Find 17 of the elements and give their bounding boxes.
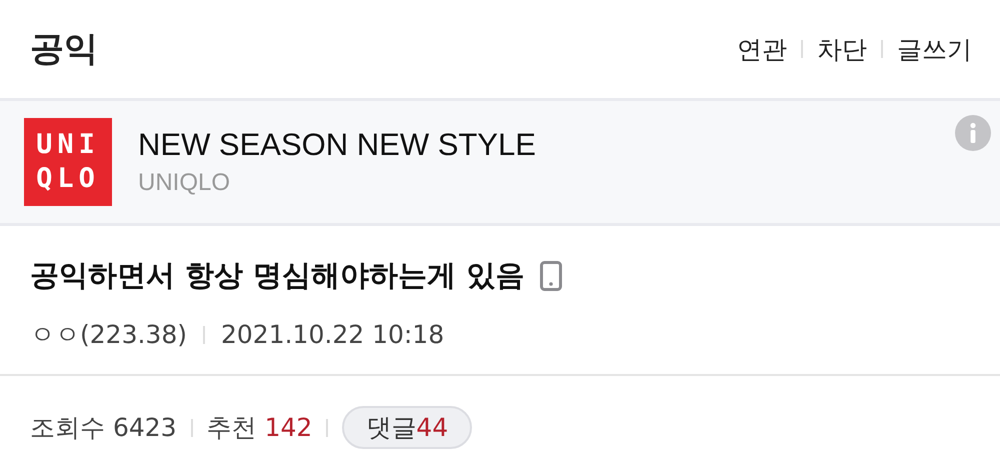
recommend-label: 추천 xyxy=(206,412,257,444)
mobile-icon xyxy=(540,261,562,291)
info-icon[interactable] xyxy=(955,115,991,151)
header-link[interactable]: 연관 xyxy=(737,32,787,66)
header-link[interactable]: 글쓰기 xyxy=(897,32,972,66)
recommend-count: 142 xyxy=(264,413,312,442)
ad-advertiser: UNIQLO xyxy=(138,169,232,197)
board-title: 공익 xyxy=(30,28,98,71)
ad-banner[interactable]: UNI QLO NEW SEASON NEW STYLE UNIQLO xyxy=(0,101,1000,226)
post-title: 공익하면서 항상 명심해야하는게 있음 xyxy=(30,257,524,294)
comment-button[interactable]: 댓글44 xyxy=(342,406,472,449)
post-author[interactable]: ㅇㅇ(223.38) xyxy=(30,318,187,351)
brand-logo: UNI QLO xyxy=(24,118,112,206)
view-count: 조회수 6423 xyxy=(30,412,177,444)
post-date: 2021.10.22 10:18 xyxy=(220,320,444,349)
header-link[interactable]: 차단 xyxy=(817,32,867,66)
ad-headline: NEW SEASON NEW STYLE xyxy=(138,127,536,163)
